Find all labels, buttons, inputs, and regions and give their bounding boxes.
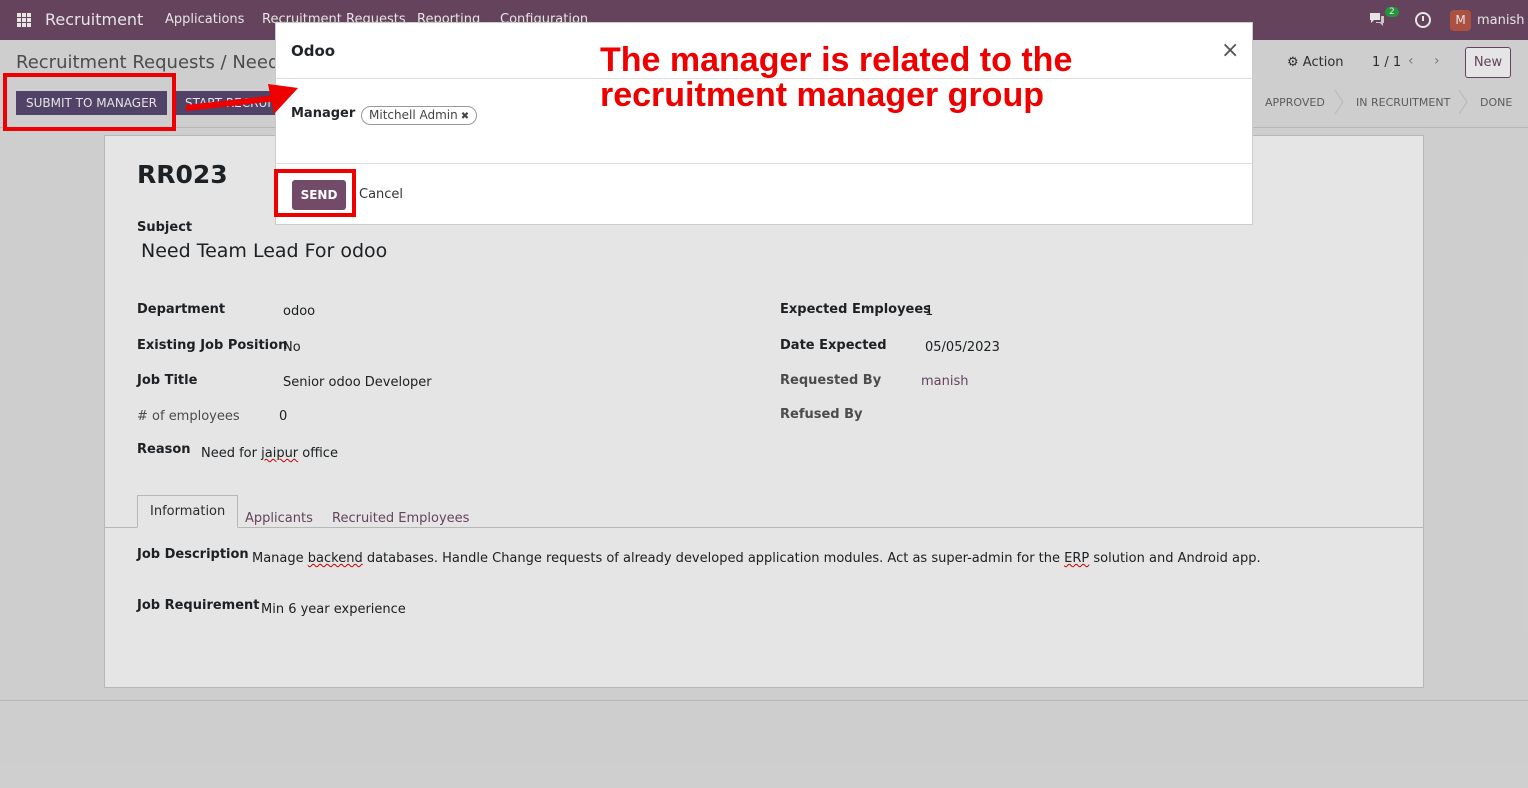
- cancel-button[interactable]: Cancel: [359, 187, 403, 202]
- annotation-text: The manager is related to the recruitmen…: [600, 43, 1072, 113]
- dialog-footer-divider: [276, 163, 1252, 164]
- manager-tag[interactable]: Mitchell Admin ✖: [361, 106, 478, 125]
- annotation-line-1: The manager is related to the: [600, 41, 1073, 79]
- remove-tag-icon[interactable]: ✖: [461, 111, 469, 122]
- highlight-box-send: [274, 169, 356, 217]
- dialog-title: Odoo: [291, 42, 336, 60]
- annotation-line-2: recruitment manager group: [600, 76, 1044, 114]
- close-icon[interactable]: ×: [1221, 38, 1239, 63]
- manager-tag-label: Mitchell Admin: [369, 108, 458, 122]
- annotation-arrow-icon: [185, 84, 298, 114]
- highlight-box-submit: [3, 73, 176, 131]
